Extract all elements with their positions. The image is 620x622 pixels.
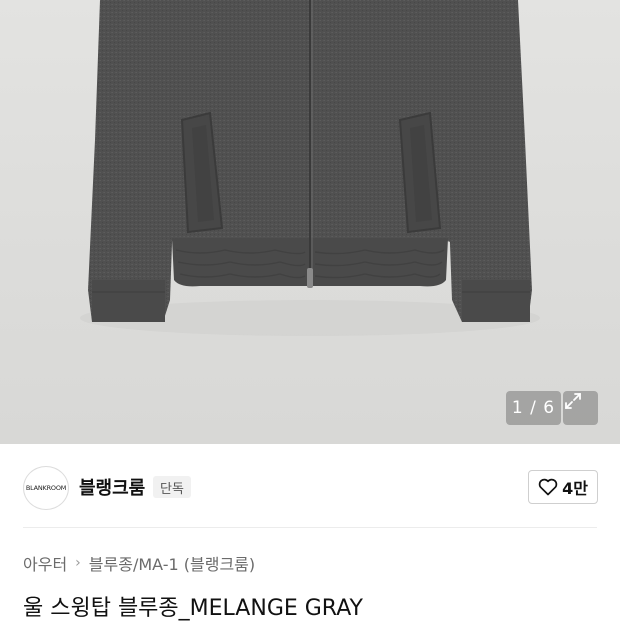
brand-logo-text: BLANKROOM (25, 484, 67, 492)
like-button[interactable]: 4만 (528, 470, 598, 504)
breadcrumb: 아우터 › 블루종/MA-1 (블랭크룸) (23, 551, 255, 575)
brand-logo[interactable]: BLANKROOM (23, 466, 69, 510)
product-title: 울 스윙탑 블루종_MELANGE GRAY (23, 596, 363, 621)
product-photo (80, 0, 540, 336)
product-image-gallery[interactable]: 1 / 6 (0, 0, 620, 444)
like-count: 4만 (562, 479, 588, 498)
breadcrumb-item-blouson[interactable]: 블루종/MA-1 (블랭크룸) (89, 551, 255, 575)
expand-image-button[interactable] (563, 391, 598, 425)
brand-name-link[interactable]: 블랭크룸 (79, 474, 145, 500)
heart-outline-icon (538, 478, 558, 496)
chevron-right-icon: › (75, 555, 81, 571)
exclusive-badge: 단독 (153, 476, 191, 498)
expand-arrows-icon (565, 393, 581, 409)
breadcrumb-item-outer[interactable]: 아우터 (23, 551, 67, 575)
divider (23, 527, 597, 528)
image-counter: 1 / 6 (506, 391, 561, 425)
